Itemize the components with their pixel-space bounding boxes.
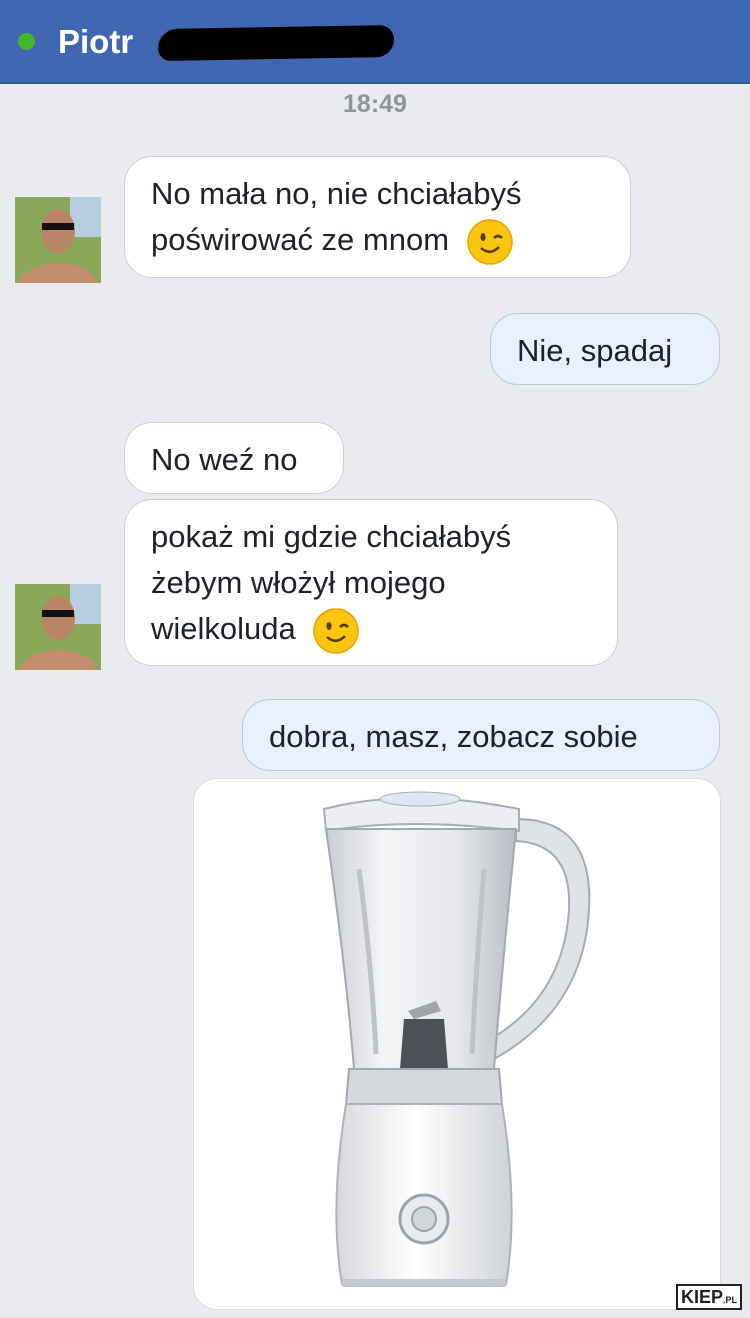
sender-avatar[interactable] xyxy=(15,584,101,670)
wink-emoji-icon xyxy=(313,608,360,654)
contact-name[interactable]: Piotr xyxy=(58,20,133,64)
message-line: wielkoluda xyxy=(151,611,296,646)
photo-attachment[interactable] xyxy=(193,778,721,1310)
message-line: żebym włożył mojego xyxy=(151,565,446,600)
message-text: Nie, spadaj xyxy=(517,333,673,368)
site-watermark: KIEP.PL xyxy=(676,1284,742,1310)
message-bubble-incoming[interactable]: No mała no, nie chciałabyś poświrować ze… xyxy=(124,156,631,278)
chat-header: Piotr xyxy=(0,0,750,84)
message-line: poświrować ze mnom xyxy=(151,222,450,257)
blender-image xyxy=(322,791,591,1287)
wink-emoji-icon xyxy=(466,219,513,265)
message-timestamp: 18:49 xyxy=(343,90,407,118)
message-text: dobra, masz, zobacz sobie xyxy=(269,719,638,754)
message-text: No weź no xyxy=(151,442,298,477)
sender-avatar[interactable] xyxy=(15,197,101,283)
message-bubble-outgoing[interactable]: dobra, masz, zobacz sobie xyxy=(242,699,720,771)
message-line: pokaż mi gdzie chciałabyś xyxy=(151,519,512,554)
message-bubble-incoming[interactable]: pokaż mi gdzie chciałabyś żebym włożył m… xyxy=(124,499,618,666)
message-bubble-outgoing[interactable]: Nie, spadaj xyxy=(490,313,720,385)
redaction-mark xyxy=(157,24,395,62)
message-line: No mała no, nie chciałabyś xyxy=(151,176,522,211)
message-bubble-incoming[interactable]: No weź no xyxy=(124,422,344,494)
online-status-icon xyxy=(18,33,35,50)
